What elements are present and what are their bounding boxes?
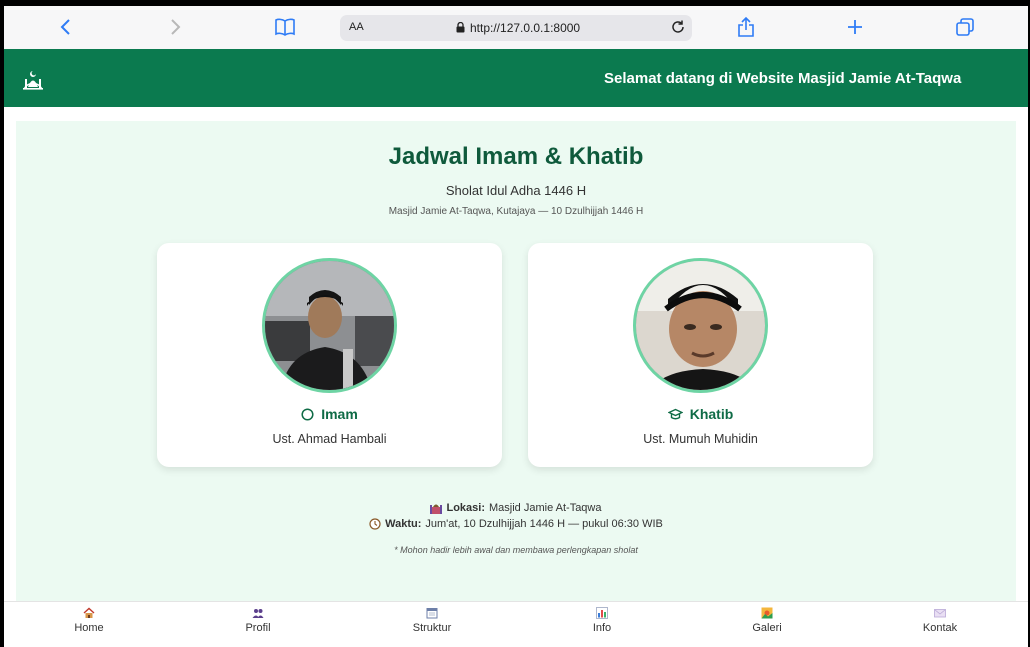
nav-galeri[interactable]: Galeri [707, 607, 827, 634]
bookmarks-button[interactable] [271, 14, 299, 40]
house-icon [83, 607, 95, 618]
time-line: Waktu: Jum'at, 10 Dzulhijjah 1446 H — pu… [16, 518, 1016, 530]
imam-role-text: Imam [321, 406, 358, 422]
khatib-card: Khatib Ust. Mumuh Muhidin [528, 243, 873, 467]
lock-icon [456, 22, 465, 33]
nav-home[interactable]: Home [29, 607, 149, 634]
mosque-logo[interactable] [18, 65, 48, 93]
nav-struktur-label: Struktur [412, 622, 452, 634]
chevron-right-icon [171, 19, 181, 35]
nav-info-label: Info [592, 622, 612, 634]
nav-info[interactable]: Info [542, 607, 662, 634]
nav-struktur[interactable]: Struktur [372, 607, 492, 634]
person-photo-icon [636, 261, 765, 390]
welcome-marquee: Selamat datang di Website Masjid Jamie A… [604, 70, 962, 87]
nav-profil-label: Profil [245, 622, 271, 634]
plus-icon [848, 20, 862, 34]
browser-window: AA http://127.0.0.1:8000 Selamat datang … [4, 6, 1028, 647]
imam-role-label: Imam [157, 406, 502, 422]
calendar-icon [426, 608, 438, 619]
forward-button[interactable] [161, 14, 189, 40]
url-text: http://127.0.0.1:8000 [470, 21, 581, 35]
attendance-note: * Mohon hadir lebih awal dan membawa per… [394, 545, 638, 555]
page-title: Jadwal Imam & Khatib [388, 143, 644, 170]
chevron-left-icon [60, 19, 70, 35]
people-icon [252, 609, 264, 618]
nav-home-label: Home [74, 622, 104, 634]
location-value: Masjid Jamie At-Taqwa [489, 502, 602, 514]
reload-icon [672, 20, 684, 33]
nav-kontak-label: Kontak [922, 622, 958, 634]
tabs-overview-button[interactable] [951, 14, 979, 40]
new-tab-button[interactable] [841, 14, 869, 40]
back-button[interactable] [52, 14, 80, 40]
schedule-section: Jadwal Imam & Khatib Sholat Idul Adha 14… [16, 121, 1016, 601]
circle-icon [301, 407, 314, 421]
site-header: Selamat datang di Website Masjid Jamie A… [4, 49, 1028, 107]
address-bar[interactable]: AA http://127.0.0.1:8000 [340, 15, 692, 41]
graduation-cap-icon [667, 408, 683, 419]
person-photo-icon [265, 261, 394, 390]
book-icon [275, 18, 295, 36]
khatib-name: Ust. Mumuh Muhidin [643, 432, 758, 446]
nav-kontak[interactable]: Kontak [880, 607, 1000, 634]
khatib-role-label: Khatib [528, 406, 873, 422]
khatib-role-text: Khatib [689, 406, 734, 422]
browser-toolbar: AA http://127.0.0.1:8000 [4, 6, 1028, 49]
time-value: Jum'at, 10 Dzulhijjah 1446 H — pukul 06:… [425, 518, 663, 530]
envelope-icon [934, 609, 946, 618]
tabs-icon [956, 18, 974, 36]
page-subtitle: Sholat Idul Adha 1446 H [445, 183, 587, 198]
location-label: Lokasi: [446, 502, 485, 514]
share-button[interactable] [732, 14, 760, 40]
chart-icon [596, 607, 608, 619]
clock-icon [369, 518, 381, 530]
time-label: Waktu: [385, 518, 422, 530]
page-meta: Masjid Jamie At-Taqwa, Kutajaya — 10 Dzu… [388, 206, 644, 217]
reader-aa-button[interactable]: AA [349, 21, 364, 33]
mosque-small-icon [430, 504, 443, 514]
nav-profil[interactable]: Profil [198, 607, 318, 634]
imam-name: Ust. Ahmad Hambali [272, 432, 387, 446]
mosque-icon [23, 71, 43, 90]
bottom-nav: Home Profil Struktur Info Galeri Kontak [4, 601, 1028, 647]
imam-photo [262, 258, 397, 393]
location-line: Lokasi: Masjid Jamie At-Taqwa [16, 502, 1016, 514]
nav-galeri-label: Galeri [752, 622, 782, 634]
imam-card: Imam Ust. Ahmad Hambali [157, 243, 502, 467]
share-icon [738, 16, 754, 37]
landscape-icon [761, 607, 773, 619]
khatib-photo [633, 258, 768, 393]
reload-button[interactable] [670, 19, 686, 40]
